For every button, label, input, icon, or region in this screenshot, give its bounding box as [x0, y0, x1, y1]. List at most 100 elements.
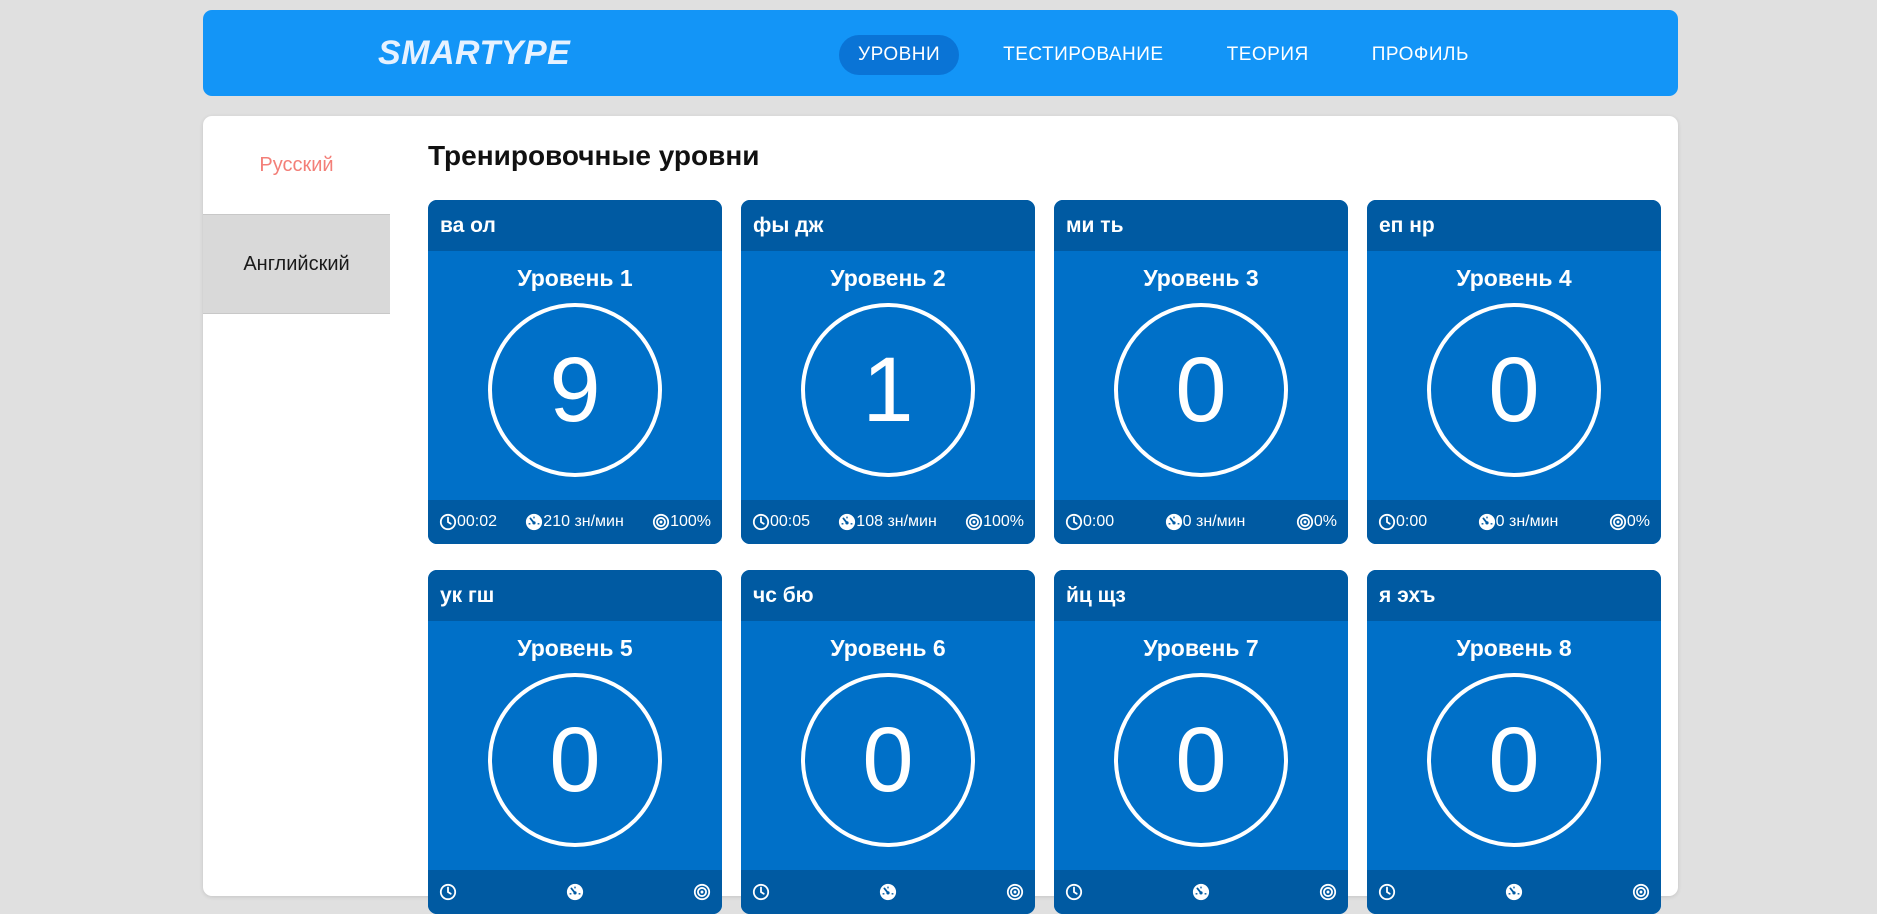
level-name: Уровень 6: [830, 635, 946, 661]
speed-value: 0 зн/мин: [1495, 513, 1559, 530]
clock-icon: [1065, 513, 1083, 531]
page-title: Тренировочные уровни: [428, 140, 760, 171]
speedometer-icon: [525, 513, 543, 531]
speed-value: 210 зн/мин: [543, 513, 624, 530]
level-keys: еп нр: [1367, 200, 1661, 251]
levels-grid: ва ол Уровень 1 9 00:02 210 зн/мин 100%: [428, 200, 1662, 914]
time-value: 0:00: [1396, 513, 1428, 530]
level-stats: 00:05 108 зн/мин 100%: [741, 500, 1035, 544]
clock-icon: [1378, 883, 1396, 901]
main-panel: Русский Английский Тренировочные уровни …: [203, 116, 1678, 914]
level-keys: фы дж: [741, 200, 1035, 251]
target-icon: [693, 883, 711, 901]
stat-accuracy: 100%: [652, 513, 711, 531]
stat-accuracy: [1006, 883, 1024, 901]
speedometer-icon: [838, 513, 856, 531]
level-stats: [1367, 870, 1661, 914]
time-value: 0:00: [1083, 513, 1115, 530]
level-keys: йц щз: [1054, 570, 1348, 621]
target-icon: [1296, 513, 1314, 531]
level-keys: я эхъ: [1367, 570, 1661, 621]
level-card-5[interactable]: ук гш Уровень 5 0: [428, 570, 722, 914]
clock-icon: [439, 883, 457, 901]
level-score: 0: [1427, 673, 1601, 847]
level-card-2[interactable]: фы дж Уровень 2 1 00:05 108 зн/мин 100%: [741, 200, 1035, 544]
level-card-4[interactable]: еп нр Уровень 4 0 0:00 0 зн/мин 0%: [1367, 200, 1661, 544]
clock-icon: [1065, 883, 1083, 901]
stat-speed: 210 зн/мин: [525, 513, 624, 531]
language-sidebar: Русский Английский: [203, 116, 390, 314]
target-icon: [1609, 513, 1627, 531]
level-stats: [741, 870, 1035, 914]
level-stats: [428, 870, 722, 914]
stat-time: 00:02: [439, 513, 497, 531]
level-stats: 0:00 0 зн/мин 0%: [1054, 500, 1348, 544]
target-icon: [652, 513, 670, 531]
level-stats: 0:00 0 зн/мин 0%: [1367, 500, 1661, 544]
speedometer-icon: [1478, 513, 1496, 531]
language-english[interactable]: Английский: [203, 214, 390, 314]
time-value: 00:02: [457, 513, 498, 530]
top-header: SMARTYPE УРОВНИ ТЕСТИРОВАНИЕ ТЕОРИЯ ПРОФ…: [203, 10, 1678, 96]
level-card-3[interactable]: ми ть Уровень 3 0 0:00 0 зн/мин 0%: [1054, 200, 1348, 544]
speedometer-icon: [879, 883, 897, 901]
stat-speed: 108 зн/мин: [838, 513, 937, 531]
nav-levels[interactable]: УРОВНИ: [839, 35, 960, 75]
stat-accuracy: [693, 883, 711, 901]
nav-profile[interactable]: ПРОФИЛЬ: [1353, 35, 1488, 75]
level-score: 9: [488, 303, 662, 477]
app-logo[interactable]: SMARTYPE: [378, 10, 570, 96]
target-icon: [1319, 883, 1337, 901]
clock-icon: [439, 513, 457, 531]
stat-speed: 0 зн/мин: [1478, 513, 1559, 531]
level-name: Уровень 3: [1143, 265, 1259, 291]
stat-time: [439, 883, 457, 901]
clock-icon: [752, 883, 770, 901]
level-keys: чс бю: [741, 570, 1035, 621]
target-icon: [1632, 883, 1650, 901]
stat-accuracy: [1632, 883, 1650, 901]
level-name: Уровень 8: [1456, 635, 1572, 661]
target-icon: [1006, 883, 1024, 901]
level-keys: ук гш: [428, 570, 722, 621]
stat-speed: [566, 883, 584, 901]
language-russian[interactable]: Русский: [203, 116, 390, 214]
level-card-8[interactable]: я эхъ Уровень 8 0: [1367, 570, 1661, 914]
clock-icon: [1378, 513, 1396, 531]
speedometer-icon: [1505, 883, 1523, 901]
stat-speed: [1192, 883, 1210, 901]
accuracy-value: 0%: [1626, 513, 1650, 530]
stat-time: 0:00: [1065, 513, 1114, 531]
level-stats: 00:02 210 зн/мин 100%: [428, 500, 722, 544]
level-card-6[interactable]: чс бю Уровень 6 0: [741, 570, 1035, 914]
level-stats: [1054, 870, 1348, 914]
stat-speed: 0 зн/мин: [1165, 513, 1246, 531]
stat-speed: [879, 883, 897, 901]
level-name: Уровень 4: [1456, 265, 1572, 291]
speed-value: 108 зн/мин: [856, 513, 937, 530]
stat-time: [1065, 883, 1083, 901]
stat-accuracy: 0%: [1609, 513, 1650, 531]
level-name: Уровень 1: [517, 265, 633, 291]
level-score: 0: [1427, 303, 1601, 477]
stat-time: 0:00: [1378, 513, 1427, 531]
level-name: Уровень 2: [830, 265, 946, 291]
nav-theory[interactable]: ТЕОРИЯ: [1208, 35, 1328, 75]
stat-speed: [1505, 883, 1523, 901]
level-score: 0: [488, 673, 662, 847]
accuracy-value: 100%: [670, 513, 711, 530]
level-name: Уровень 7: [1143, 635, 1259, 661]
clock-icon: [752, 513, 770, 531]
stat-time: [1378, 883, 1396, 901]
level-card-1[interactable]: ва ол Уровень 1 9 00:02 210 зн/мин 100%: [428, 200, 722, 544]
time-value: 00:05: [770, 513, 811, 530]
level-score: 1: [801, 303, 975, 477]
stat-time: [752, 883, 770, 901]
stat-accuracy: 0%: [1296, 513, 1337, 531]
level-score: 0: [1114, 303, 1288, 477]
target-icon: [965, 513, 983, 531]
speedometer-icon: [1192, 883, 1210, 901]
speed-value: 0 зн/мин: [1182, 513, 1246, 530]
nav-testing[interactable]: ТЕСТИРОВАНИЕ: [984, 35, 1182, 75]
level-card-7[interactable]: йц щз Уровень 7 0: [1054, 570, 1348, 914]
